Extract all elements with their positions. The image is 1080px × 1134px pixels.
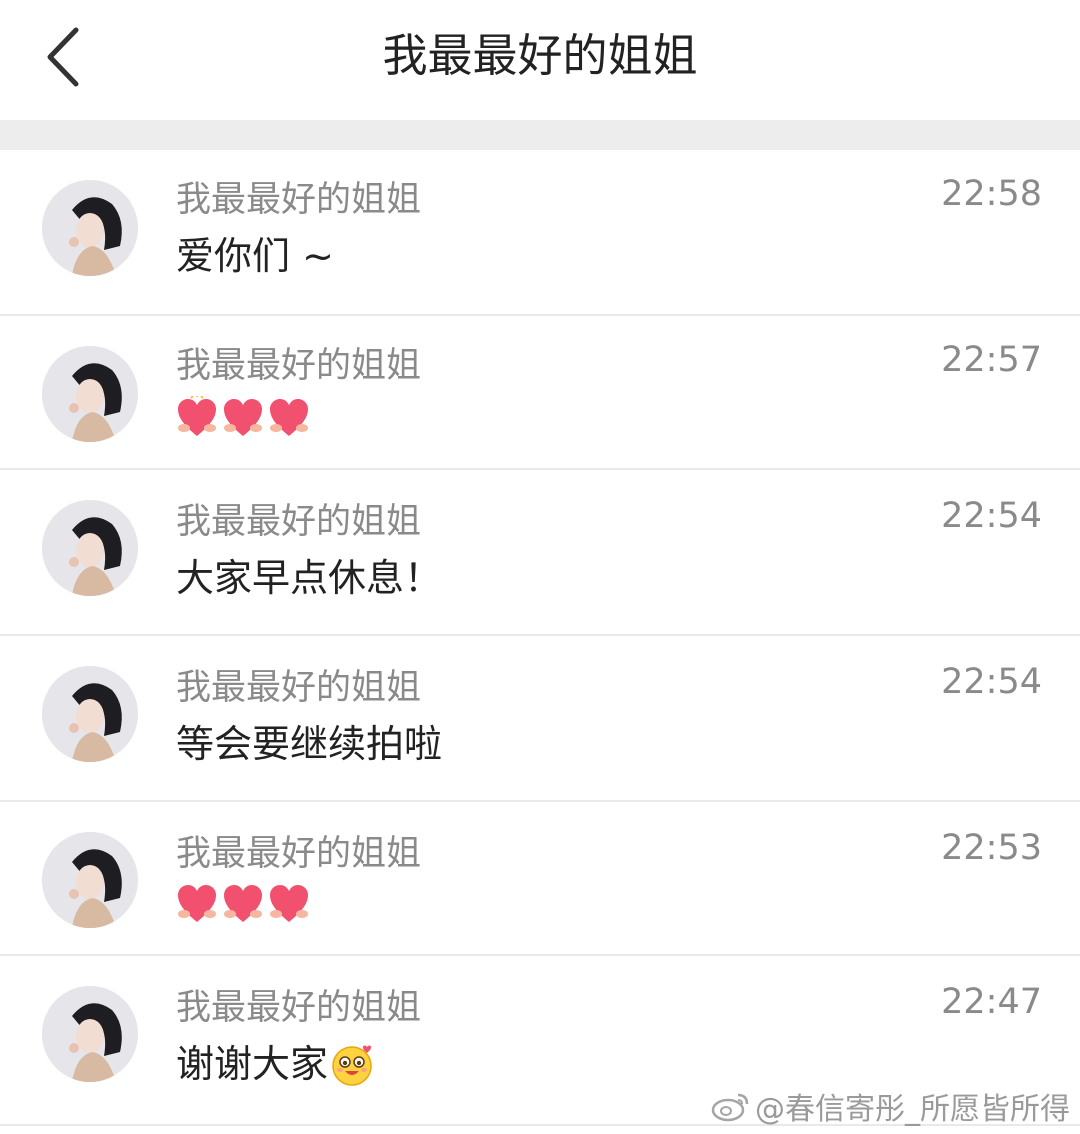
heart-hug-emoji [224, 885, 262, 922]
avatar-portrait-icon [42, 832, 138, 928]
message-text-content: 谢谢大家 [176, 1042, 329, 1086]
sender-name: 我最最好的姐姐 [176, 834, 422, 874]
cute-happy-face-emoji [332, 1045, 372, 1086]
message-time: 22:54 [941, 496, 1042, 536]
message-emoji-line [176, 882, 314, 926]
sender-name: 我最最好的姐姐 [176, 180, 422, 220]
message-text-content: 等会要继续拍啦 [176, 722, 443, 766]
message-row[interactable]: 我最最好的姐姐 22:57 [0, 316, 1080, 470]
chevron-left-icon [47, 27, 79, 87]
heart-hug-emoji [178, 396, 216, 436]
avatar-portrait-icon [42, 666, 138, 762]
sender-name: 我最最好的姐姐 [176, 502, 422, 542]
message-time: 22:58 [941, 174, 1042, 214]
message-list: 我最最好的姐姐 22:58 爱你们 ~ 我最最好的姐姐 22:57 我最最好的姐… [0, 150, 1080, 1126]
message-text: 爱你们 ~ [176, 232, 334, 280]
message-text: 大家早点休息！ [176, 554, 442, 602]
heart-hug-emoji [270, 885, 308, 922]
heart-hug-emoji [224, 399, 262, 436]
avatar[interactable] [42, 666, 138, 762]
avatar-portrait-icon [42, 346, 138, 442]
avatar-portrait-icon [42, 180, 138, 276]
message-text-content: 大家早点休息！ [176, 556, 443, 600]
avatar-portrait-icon [42, 500, 138, 596]
page-title: 我最最好的姐姐 [382, 29, 698, 82]
message-time: 22:47 [941, 982, 1042, 1022]
avatar[interactable] [42, 346, 138, 442]
message-row[interactable]: 我最最好的姐姐 22:58 爱你们 ~ [0, 150, 1080, 316]
avatar[interactable] [42, 180, 138, 276]
message-row[interactable]: 我最最好的姐姐 22:54 大家早点休息！ [0, 470, 1080, 636]
watermark-text: @春信寄彤_所愿皆所得 [755, 1092, 1070, 1127]
sender-name: 我最最好的姐姐 [176, 346, 422, 386]
message-text: 等会要继续拍啦 [176, 720, 442, 768]
message-row[interactable]: 我最最好的姐姐 22:54 等会要继续拍啦 [0, 636, 1080, 802]
avatar[interactable] [42, 986, 138, 1082]
heart-hug-emoji [178, 885, 216, 922]
message-time: 22:54 [941, 662, 1042, 702]
message-emoji-line [176, 396, 314, 440]
message-time: 22:53 [941, 828, 1042, 868]
avatar[interactable] [42, 832, 138, 928]
message-time: 22:57 [941, 340, 1042, 380]
sender-name: 我最最好的姐姐 [176, 668, 422, 708]
sender-name: 我最最好的姐姐 [176, 988, 422, 1028]
heart-hug-emoji [270, 399, 308, 436]
avatar-portrait-icon [42, 986, 138, 1082]
message-row[interactable]: 我最最好的姐姐 22:53 [0, 802, 1080, 956]
message-text: 谢谢大家 [176, 1040, 376, 1088]
watermark: @春信寄彤_所愿皆所得 [711, 1086, 1070, 1127]
back-button[interactable] [36, 22, 90, 92]
weibo-logo-icon [711, 1093, 749, 1122]
message-text-content: 爱你们 ~ [176, 234, 334, 278]
avatar[interactable] [42, 500, 138, 596]
section-divider [0, 120, 1080, 150]
top-navigation-bar: 我最最好的姐姐 [0, 0, 1080, 120]
